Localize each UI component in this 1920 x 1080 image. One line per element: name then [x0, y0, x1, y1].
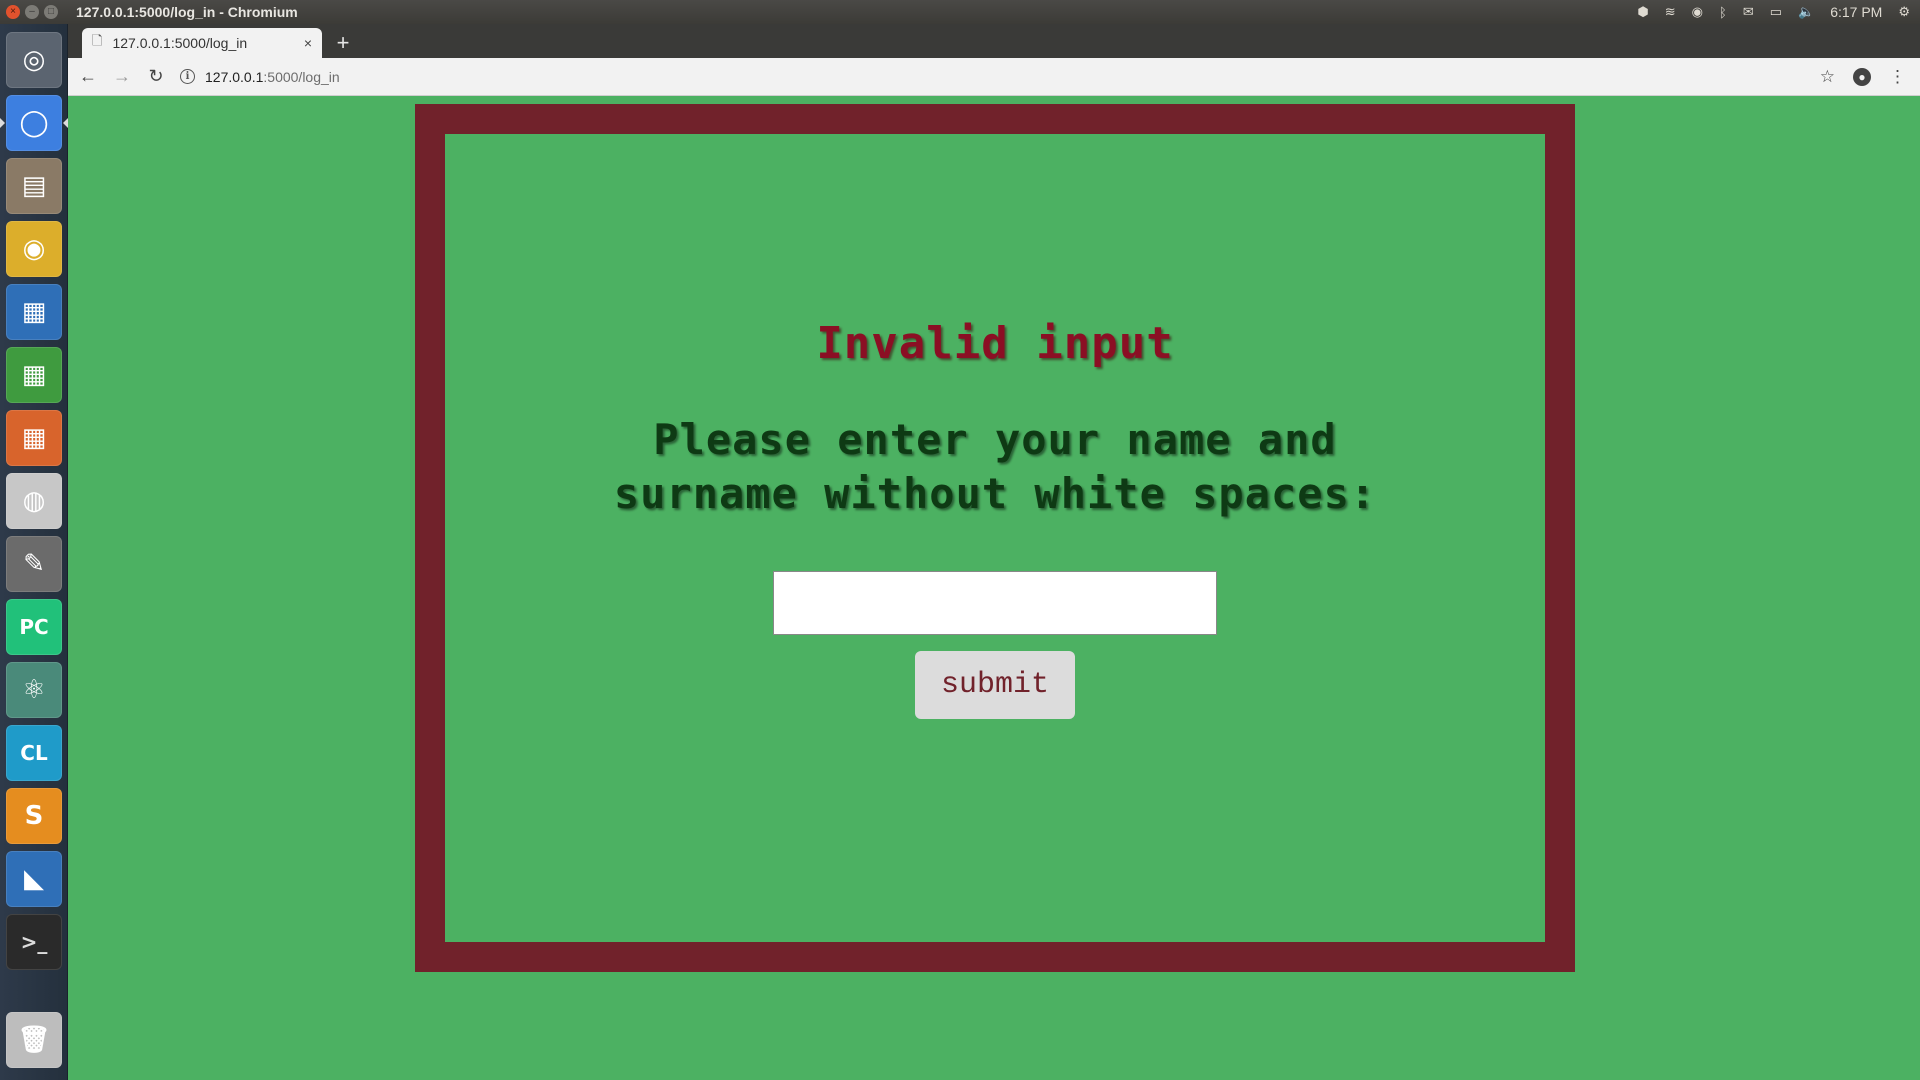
launcher-dock: ◎ ◯ ▤ ◉ ▦ ▦ ▦ ◍ ✎ PC ⚛ CL S ◣ >_ 🗑 [0, 24, 68, 1080]
launcher-libreoffice-impress-icon[interactable]: ▦ [6, 410, 62, 466]
launcher-glyph: ◍ [22, 486, 46, 516]
launcher-glyph: ▦ [21, 360, 47, 390]
launcher-vscode-icon[interactable]: ◣ [6, 851, 62, 907]
back-button[interactable]: ← [74, 63, 102, 91]
launcher-glyph: ▤ [21, 171, 47, 201]
launcher-pycharm-icon[interactable]: PC [6, 599, 62, 655]
launcher-glyph: ◎ [22, 45, 46, 75]
browser-tab-active[interactable]: 🗋 127.0.0.1:5000/log_in × [82, 28, 322, 58]
launcher-glyph: ▦ [21, 423, 47, 453]
launcher-system-settings-icon[interactable]: ✎ [6, 536, 62, 592]
launcher-software-center-icon[interactable]: ◍ [6, 473, 62, 529]
url-host: 127.0.0.1 [205, 68, 264, 85]
submit-button[interactable]: submit [915, 651, 1075, 719]
launcher-glyph: ✎ [23, 549, 45, 579]
wifi-icon[interactable]: ≋ [1665, 4, 1676, 20]
window-title: 127.0.0.1:5000/log_in - Chromium [76, 4, 298, 20]
launcher-trash-icon[interactable]: 🗑 [6, 1012, 62, 1068]
system-top-bar: × – □ 127.0.0.1:5000/log_in - Chromium ⬢… [0, 0, 1920, 24]
prompt-heading: Please enter your name and surname witho… [613, 415, 1377, 518]
chrome-indicator-icon[interactable]: ◉ [1692, 4, 1703, 20]
window-minimize-button[interactable]: – [25, 5, 39, 19]
launcher-terminal-icon[interactable]: >_ [6, 914, 62, 970]
site-info-icon[interactable]: i [180, 69, 195, 84]
window-controls: × – □ [0, 5, 70, 19]
error-heading: Invalid input [816, 318, 1174, 369]
forward-button[interactable]: → [108, 63, 136, 91]
account-icon[interactable]: ● [1853, 67, 1871, 86]
launcher-atom-icon[interactable]: ⚛ [6, 662, 62, 718]
launcher-glyph: ⚛ [22, 675, 46, 705]
tab-title: 127.0.0.1:5000/log_in [112, 35, 248, 51]
launcher-chromium-icon[interactable]: ◯ [6, 95, 62, 151]
launcher-glyph: S [24, 801, 44, 831]
name-input[interactable] [773, 571, 1217, 635]
settings-gear-icon[interactable]: ⚙ [1898, 4, 1910, 20]
bookmark-star-icon[interactable]: ☆ [1820, 67, 1835, 87]
launcher-ubuntu-dash-icon[interactable]: ◎ [6, 32, 62, 88]
running-indicator-icon [0, 118, 5, 128]
mail-icon[interactable]: ✉ [1743, 4, 1754, 20]
launcher-glyph: ◉ [22, 234, 46, 264]
launcher-clion-icon[interactable]: CL [6, 725, 62, 781]
launcher-glyph: ▦ [21, 297, 47, 327]
launcher-glyph: ◣ [24, 864, 44, 894]
login-frame: Invalid input Please enter your name and… [415, 104, 1575, 972]
volume-muted-icon[interactable]: 🔈 [1798, 4, 1814, 20]
tab-close-icon[interactable]: × [304, 35, 312, 51]
address-bar[interactable]: i 127.0.0.1:5000/log_in [180, 63, 340, 91]
launcher-glyph: ◯ [19, 108, 49, 138]
battery-icon[interactable]: ▭ [1770, 4, 1782, 20]
launcher-libreoffice-writer-icon[interactable]: ▦ [6, 284, 62, 340]
system-tray: ⬢ ≋ ◉ ᛒ ✉ ▭ 🔈 6:17 PM ⚙ [1637, 4, 1920, 20]
page-favicon-icon: 🗋 [92, 33, 103, 48]
browser-toolbar: ← → ↻ i 127.0.0.1:5000/log_in ☆ ● ⋮ [68, 58, 1920, 96]
window-close-button[interactable]: × [6, 5, 20, 19]
toolbar-actions: ☆ ● ⋮ [1820, 67, 1920, 87]
clock[interactable]: 6:17 PM [1830, 4, 1882, 20]
launcher-glyph: 🗑 [17, 1025, 51, 1055]
bluetooth-icon[interactable]: ᛒ [1719, 5, 1727, 20]
launcher-google-chrome-icon[interactable]: ◉ [6, 221, 62, 277]
browser-menu-icon[interactable]: ⋮ [1889, 67, 1906, 87]
page-viewport: Invalid input Please enter your name and… [68, 96, 1920, 1080]
launcher-glyph: >_ [20, 930, 48, 954]
launcher-sublime-text-icon[interactable]: S [6, 788, 62, 844]
new-tab-button[interactable]: + [330, 31, 356, 55]
window-maximize-button[interactable]: □ [44, 5, 58, 19]
launcher-glyph: CL [20, 741, 48, 765]
launcher-files-icon[interactable]: ▤ [6, 158, 62, 214]
launcher-glyph: PC [19, 615, 49, 639]
reload-button[interactable]: ↻ [142, 63, 170, 91]
url-path: :5000/log_in [263, 68, 340, 85]
launcher-libreoffice-calc-icon[interactable]: ▦ [6, 347, 62, 403]
browser-tab-strip: 🗋 127.0.0.1:5000/log_in × + [68, 24, 1920, 58]
apps-indicator-icon[interactable]: ⬢ [1637, 4, 1648, 20]
